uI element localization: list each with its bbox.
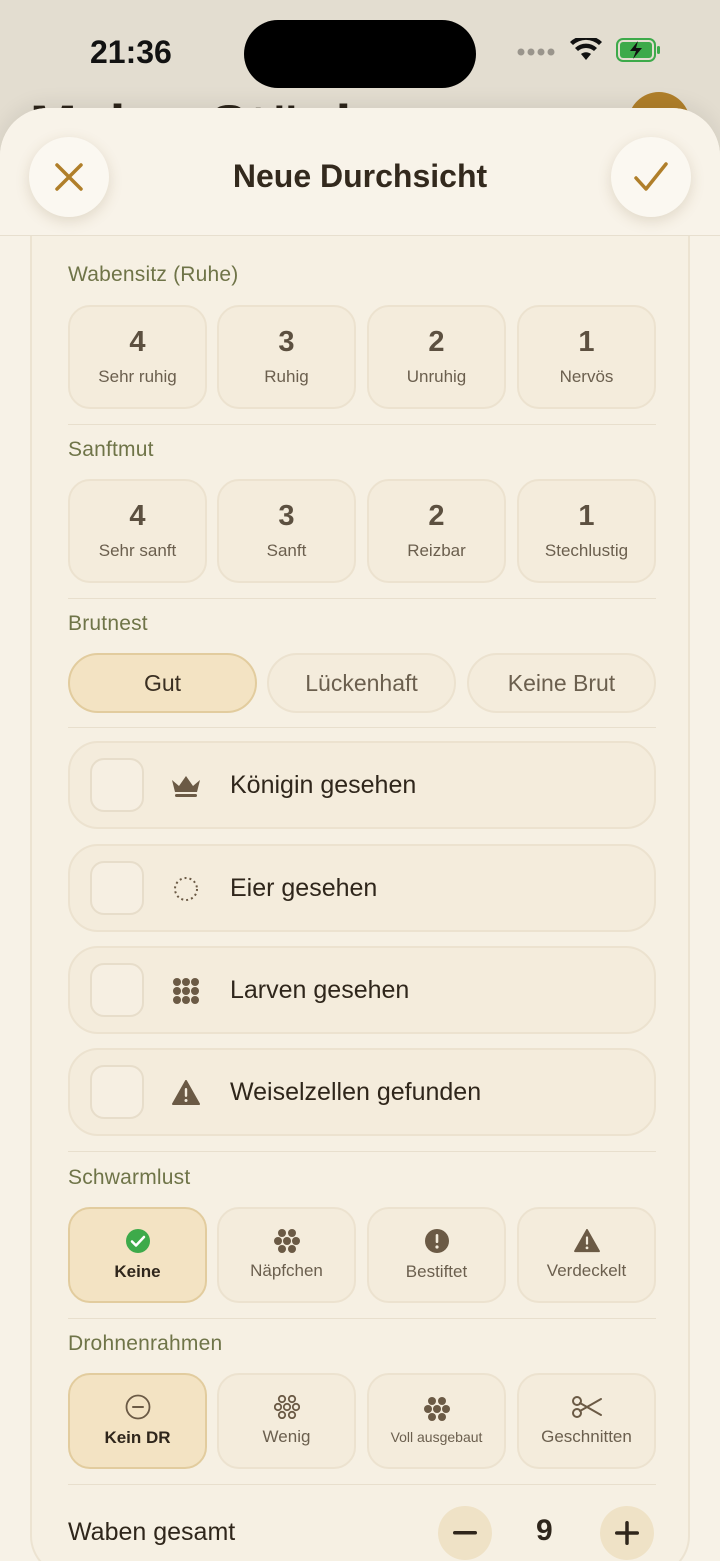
new-inspection-sheet: Neue Durchsicht Wabensitz (Ruhe) 4 Sehr … bbox=[0, 108, 720, 1561]
drohnenrahmen-option-voll-ausgebaut[interactable]: Voll ausgebaut bbox=[367, 1373, 506, 1469]
sanftmut-option-4[interactable]: 4 Sehr sanft bbox=[68, 479, 207, 583]
check-label: Eier gesehen bbox=[230, 874, 378, 902]
scissors-icon bbox=[571, 1396, 602, 1418]
plus-icon bbox=[615, 1521, 639, 1545]
check-row-larven[interactable]: Larven gesehen bbox=[68, 946, 656, 1034]
option-label: Keine bbox=[114, 1262, 161, 1281]
wabensitz-option-4[interactable]: 4 Sehr ruhig bbox=[68, 305, 207, 409]
option-text: Ruhig bbox=[264, 366, 309, 386]
option-value: 1 bbox=[578, 499, 595, 532]
egg-dotted-circle-icon bbox=[170, 875, 202, 903]
wabensitz-option-3[interactable]: 3 Ruhig bbox=[217, 305, 356, 409]
divider bbox=[68, 598, 656, 599]
option-label: Verdeckelt bbox=[546, 1261, 627, 1280]
exclamation-circle-icon bbox=[424, 1229, 449, 1253]
brutnest-option-lueckenhaft[interactable]: Lückenhaft bbox=[267, 653, 456, 713]
option-label: Geschnitten bbox=[541, 1427, 632, 1446]
wabensitz-option-1[interactable]: 1 Nervös bbox=[517, 305, 656, 409]
status-bar: 21:36 bbox=[0, 0, 720, 104]
waben-gesamt-label: Waben gesamt bbox=[68, 1518, 236, 1546]
checkbox[interactable] bbox=[90, 963, 144, 1017]
option-value: 4 bbox=[129, 499, 146, 532]
drohnenrahmen-option-geschnitten[interactable]: Geschnitten bbox=[517, 1373, 656, 1469]
option-value: 3 bbox=[278, 325, 295, 358]
waben-gesamt-value: 9 bbox=[536, 1514, 553, 1547]
divider bbox=[68, 424, 656, 425]
option-label: Näpfchen bbox=[250, 1261, 323, 1280]
option-text: Reizbar bbox=[407, 540, 466, 560]
cellular-dots-icon bbox=[516, 44, 556, 62]
minus-circle-icon bbox=[125, 1394, 150, 1420]
divider bbox=[68, 727, 656, 728]
larvae-grid-icon bbox=[170, 977, 202, 1005]
drohnenrahmen-label: Drohnenrahmen bbox=[68, 1332, 223, 1355]
sanftmut-label: Sanftmut bbox=[68, 438, 154, 461]
checkmark-circle-icon bbox=[125, 1229, 150, 1253]
option-value: 2 bbox=[428, 325, 445, 358]
wifi-icon bbox=[570, 35, 602, 67]
check-label: Weiselzellen gefunden bbox=[230, 1078, 482, 1106]
option-label: Bestiftet bbox=[405, 1262, 468, 1281]
check-row-koenigin[interactable]: Königin gesehen bbox=[68, 741, 656, 829]
wabensitz-label: Wabensitz (Ruhe) bbox=[68, 263, 239, 286]
crown-icon bbox=[170, 772, 202, 800]
option-value: 4 bbox=[129, 325, 146, 358]
warning-triangle-icon bbox=[573, 1229, 600, 1253]
checkmark-icon bbox=[634, 162, 668, 191]
divider bbox=[68, 1151, 656, 1152]
option-text: Sehr ruhig bbox=[98, 366, 177, 386]
option-value: 3 bbox=[278, 499, 295, 532]
option-text: Sanft bbox=[266, 540, 307, 560]
schwarmlust-label: Schwarmlust bbox=[68, 1166, 191, 1189]
brutnest-option-keine-brut[interactable]: Keine Brut bbox=[467, 653, 656, 713]
minus-icon bbox=[453, 1531, 477, 1535]
form-card: Wabensitz (Ruhe) 4 Sehr ruhig 3 Ruhig 2 … bbox=[30, 236, 690, 1561]
warning-triangle-icon bbox=[170, 1079, 202, 1107]
brutnest-option-gut[interactable]: Gut bbox=[68, 653, 257, 713]
status-time: 21:36 bbox=[90, 34, 172, 70]
schwarmlust-option-keine[interactable]: Keine bbox=[68, 1207, 207, 1303]
increment-button[interactable] bbox=[600, 1506, 654, 1560]
cells-cluster-icon bbox=[273, 1229, 300, 1253]
check-label: Königin gesehen bbox=[230, 771, 417, 799]
option-text: Sehr sanft bbox=[98, 540, 177, 560]
checkbox[interactable] bbox=[90, 758, 144, 812]
option-text: Nervös bbox=[559, 366, 614, 386]
cells-outline-icon bbox=[273, 1395, 300, 1419]
option-label: Voll ausgebaut bbox=[390, 1429, 483, 1445]
check-label: Larven gesehen bbox=[230, 976, 410, 1004]
schwarmlust-option-naepfchen[interactable]: Näpfchen bbox=[217, 1207, 356, 1303]
divider bbox=[68, 1484, 656, 1485]
check-row-eier[interactable]: Eier gesehen bbox=[68, 844, 656, 932]
schwarmlust-option-bestiftet[interactable]: Bestiftet bbox=[367, 1207, 506, 1303]
option-label: Kein DR bbox=[104, 1428, 171, 1447]
option-label: Wenig bbox=[262, 1427, 311, 1446]
option-value: 1 bbox=[578, 325, 595, 358]
cells-cluster-icon bbox=[423, 1397, 450, 1421]
sanftmut-option-1[interactable]: 1 Stechlustig bbox=[517, 479, 656, 583]
option-text: Stechlustig bbox=[544, 540, 629, 560]
checkbox[interactable] bbox=[90, 1065, 144, 1119]
check-row-weiselzellen[interactable]: Weiselzellen gefunden bbox=[68, 1048, 656, 1136]
checkbox[interactable] bbox=[90, 861, 144, 915]
sheet-header: Neue Durchsicht bbox=[0, 108, 720, 236]
dynamic-island bbox=[244, 20, 476, 88]
brutnest-label: Brutnest bbox=[68, 612, 148, 635]
drohnenrahmen-option-kein-dr[interactable]: Kein DR bbox=[68, 1373, 207, 1469]
option-text: Unruhig bbox=[406, 366, 467, 386]
brutnest-segment: Gut Lückenhaft Keine Brut bbox=[68, 653, 656, 713]
schwarmlust-option-verdeckelt[interactable]: Verdeckelt bbox=[517, 1207, 656, 1303]
option-value: 2 bbox=[428, 499, 445, 532]
sanftmut-option-3[interactable]: 3 Sanft bbox=[217, 479, 356, 583]
wabensitz-option-2[interactable]: 2 Unruhig bbox=[367, 305, 506, 409]
confirm-button[interactable] bbox=[611, 137, 691, 217]
status-icons bbox=[516, 35, 662, 67]
drohnenrahmen-option-wenig[interactable]: Wenig bbox=[217, 1373, 356, 1469]
decrement-button[interactable] bbox=[438, 1506, 492, 1560]
sanftmut-option-2[interactable]: 2 Reizbar bbox=[367, 479, 506, 583]
divider bbox=[68, 1318, 656, 1319]
battery-charging-icon bbox=[616, 38, 662, 67]
